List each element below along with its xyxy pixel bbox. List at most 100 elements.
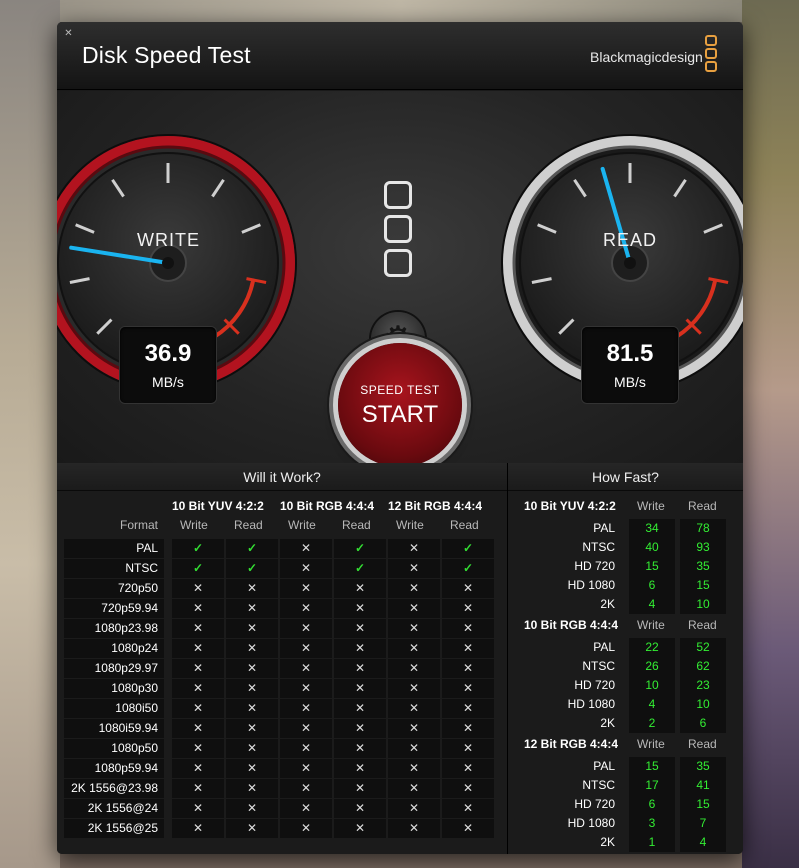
cross-icon: ✕: [442, 779, 494, 798]
write-fps-value: 34: [629, 519, 675, 538]
cross-icon: ✕: [280, 739, 332, 758]
cross-icon: ✕: [172, 719, 224, 738]
cross-icon: ✕: [226, 599, 278, 618]
write-fps-value: 3: [629, 814, 675, 833]
cross-icon: ✕: [280, 759, 332, 778]
cross-icon: ✕: [172, 799, 224, 818]
cross-icon: ✕: [280, 819, 332, 838]
table-row: 2K 1556@25 ✕ ✕ ✕ ✕ ✕ ✕: [64, 819, 494, 838]
cross-icon: ✕: [334, 639, 386, 658]
cross-icon: ✕: [388, 619, 440, 638]
cross-icon: ✕: [280, 779, 332, 798]
cross-icon: ✕: [334, 699, 386, 718]
format-label: 2K: [600, 716, 615, 730]
write-unit: MB/s: [152, 374, 184, 390]
cross-icon: ✕: [388, 819, 440, 838]
table-row: 1080i59.94 ✕ ✕ ✕ ✕ ✕ ✕: [64, 719, 494, 738]
cross-icon: ✕: [280, 699, 332, 718]
cross-icon: ✕: [172, 779, 224, 798]
cross-icon: ✕: [334, 599, 386, 618]
table-row: 1080p29.97 ✕ ✕ ✕ ✕ ✕ ✕: [64, 659, 494, 678]
format-label: 1080p50: [64, 739, 164, 758]
format-label: HD 1080: [567, 578, 615, 592]
read-fps-value: 62: [680, 657, 726, 676]
how-fast-read-header: Read: [688, 737, 717, 751]
read-value: 81.5: [606, 340, 654, 367]
close-icon[interactable]: ✕: [63, 28, 74, 39]
format-label: 1080p30: [64, 679, 164, 698]
cross-icon: ✕: [442, 579, 494, 598]
cross-icon: ✕: [388, 559, 440, 578]
table-row: PAL ✓ ✓ ✕ ✓ ✕ ✓: [64, 539, 494, 558]
format-label: HD 720: [574, 559, 615, 573]
cross-icon: ✕: [172, 619, 224, 638]
cross-icon: ✕: [442, 799, 494, 818]
write-fps-value: 15: [629, 557, 675, 576]
how-fast-read-header: Read: [688, 499, 717, 513]
format-label: 2K: [600, 835, 615, 849]
read-gauge-label: READ: [603, 230, 658, 250]
panel-divider: [507, 463, 508, 854]
start-button-top-label: SPEED TEST: [360, 383, 440, 397]
cross-icon: ✕: [388, 779, 440, 798]
table-row: NTSC ✓ ✓ ✕ ✓ ✕ ✓: [64, 559, 494, 578]
read-fps-value: 23: [680, 676, 726, 695]
write-fps-value: 10: [629, 676, 675, 695]
cross-icon: ✕: [280, 539, 332, 558]
will-it-work-subcolumn-header: Read: [234, 518, 263, 532]
write-fps-value: 2: [629, 714, 675, 733]
format-label: 2K 1556@25: [64, 819, 164, 838]
read-fps-value: 52: [680, 638, 726, 657]
read-fps-value: 93: [680, 538, 726, 557]
format-label: 2K 1556@23.98: [64, 779, 164, 798]
cross-icon: ✕: [334, 739, 386, 758]
cross-icon: ✕: [172, 579, 224, 598]
table-row: 2K 1556@23.98 ✕ ✕ ✕ ✕ ✕ ✕: [64, 779, 494, 798]
how-fast-write-header: Write: [637, 499, 665, 513]
write-fps-value: 26: [629, 657, 675, 676]
read-fps-value: 15: [680, 576, 726, 595]
cross-icon: ✕: [172, 699, 224, 718]
start-button[interactable]: SPEED TEST START: [338, 343, 462, 467]
will-it-work-subcolumn-header: Write: [180, 518, 208, 532]
cross-icon: ✕: [172, 599, 224, 618]
results-tables: Will it Work? How Fast? 10 Bit YUV 4:2:2…: [57, 463, 743, 854]
read-fps-value: 41: [680, 776, 726, 795]
how-fast-read-header: Read: [688, 618, 717, 632]
app-title: Disk Speed Test: [82, 42, 251, 68]
desktop-background-right: [742, 0, 799, 868]
cross-icon: ✕: [442, 659, 494, 678]
will-it-work-subcolumn-header: Read: [342, 518, 371, 532]
check-icon: ✓: [334, 559, 386, 578]
cross-icon: ✕: [388, 579, 440, 598]
cross-icon: ✕: [226, 639, 278, 658]
read-fps-value: 78: [680, 519, 726, 538]
check-icon: ✓: [442, 539, 494, 558]
start-button-label: START: [361, 401, 439, 428]
brand-name: Blackmagicdesign: [590, 49, 703, 65]
check-icon: ✓: [226, 559, 278, 578]
cross-icon: ✕: [442, 719, 494, 738]
cross-icon: ✕: [226, 699, 278, 718]
read-fps-value: 35: [680, 557, 726, 576]
desktop-background-top: [60, 0, 742, 22]
read-fps-value: 10: [680, 595, 726, 614]
format-label: PAL: [593, 521, 615, 535]
format-label: PAL: [593, 640, 615, 654]
check-icon: ✓: [226, 539, 278, 558]
read-fps-value: 7: [680, 814, 726, 833]
cross-icon: ✕: [334, 819, 386, 838]
format-label: NTSC: [582, 778, 615, 792]
cross-icon: ✕: [388, 799, 440, 818]
cross-icon: ✕: [280, 659, 332, 678]
cross-icon: ✕: [280, 799, 332, 818]
cross-icon: ✕: [226, 819, 278, 838]
cross-icon: ✕: [226, 679, 278, 698]
gauge-area: WRITE READ 36.9 MB/s 81.5 MB/s ⚙ SPEED T…: [57, 91, 743, 481]
table-row: 1080p50 ✕ ✕ ✕ ✕ ✕ ✕: [64, 739, 494, 758]
will-it-work-group-header: 10 Bit YUV 4:2:2: [172, 499, 264, 513]
cross-icon: ✕: [226, 659, 278, 678]
how-fast-group-header: 10 Bit RGB 4:4:4: [524, 618, 619, 632]
cross-icon: ✕: [280, 579, 332, 598]
cross-icon: ✕: [388, 759, 440, 778]
